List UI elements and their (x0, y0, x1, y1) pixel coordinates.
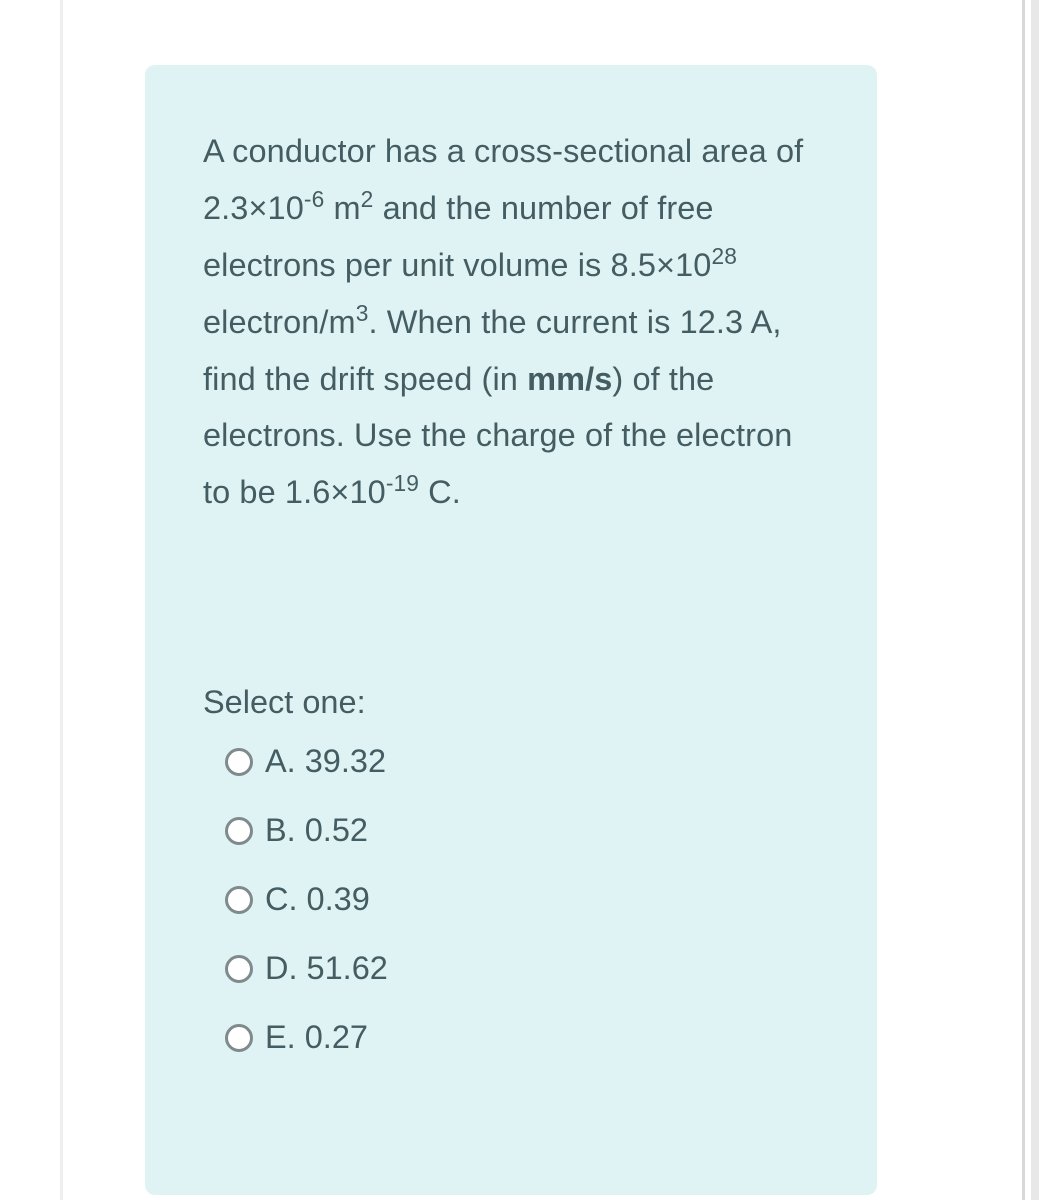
option-label-c[interactable]: C. 0.39 (265, 880, 370, 919)
exponent: -6 (304, 186, 324, 212)
question-card: A conductor has a cross-sectional area o… (145, 65, 877, 1195)
option-label-d[interactable]: D. 51.62 (265, 949, 388, 988)
radio-e[interactable] (225, 1024, 253, 1052)
question-emphasis: mm/s (527, 361, 612, 397)
answer-block: Select one: A. 39.32 B. 0.52 C. 0.39 D. … (203, 676, 819, 1057)
option-row-d[interactable]: D. 51.62 (225, 949, 819, 988)
page-frame: A conductor has a cross-sectional area o… (0, 0, 1039, 1200)
radio-d[interactable] (225, 955, 253, 983)
radio-a[interactable] (225, 748, 253, 776)
question-part: C. (419, 474, 461, 510)
option-row-c[interactable]: C. 0.39 (225, 880, 819, 919)
option-label-b[interactable]: B. 0.52 (265, 811, 368, 850)
option-label-e[interactable]: E. 0.27 (265, 1018, 368, 1057)
radio-c[interactable] (225, 886, 253, 914)
right-divider-thick (1031, 0, 1039, 1200)
exponent: 2 (361, 186, 374, 212)
exponent: 28 (711, 243, 737, 269)
question-part: electron/m (203, 304, 356, 340)
exponent: 3 (356, 300, 369, 326)
left-margin-line (60, 0, 63, 1200)
option-row-e[interactable]: E. 0.27 (225, 1018, 819, 1057)
question-text: A conductor has a cross-sectional area o… (203, 123, 819, 521)
option-label-a[interactable]: A. 39.32 (265, 742, 386, 781)
radio-b[interactable] (225, 817, 253, 845)
exponent: -19 (386, 470, 419, 496)
select-one-label: Select one: (203, 676, 819, 728)
option-row-a[interactable]: A. 39.32 (225, 742, 819, 781)
right-divider-thin (1022, 0, 1025, 1200)
option-row-b[interactable]: B. 0.52 (225, 811, 819, 850)
question-part: m (324, 190, 360, 226)
options-list: A. 39.32 B. 0.52 C. 0.39 D. 51.62 E. 0.2… (203, 742, 819, 1057)
